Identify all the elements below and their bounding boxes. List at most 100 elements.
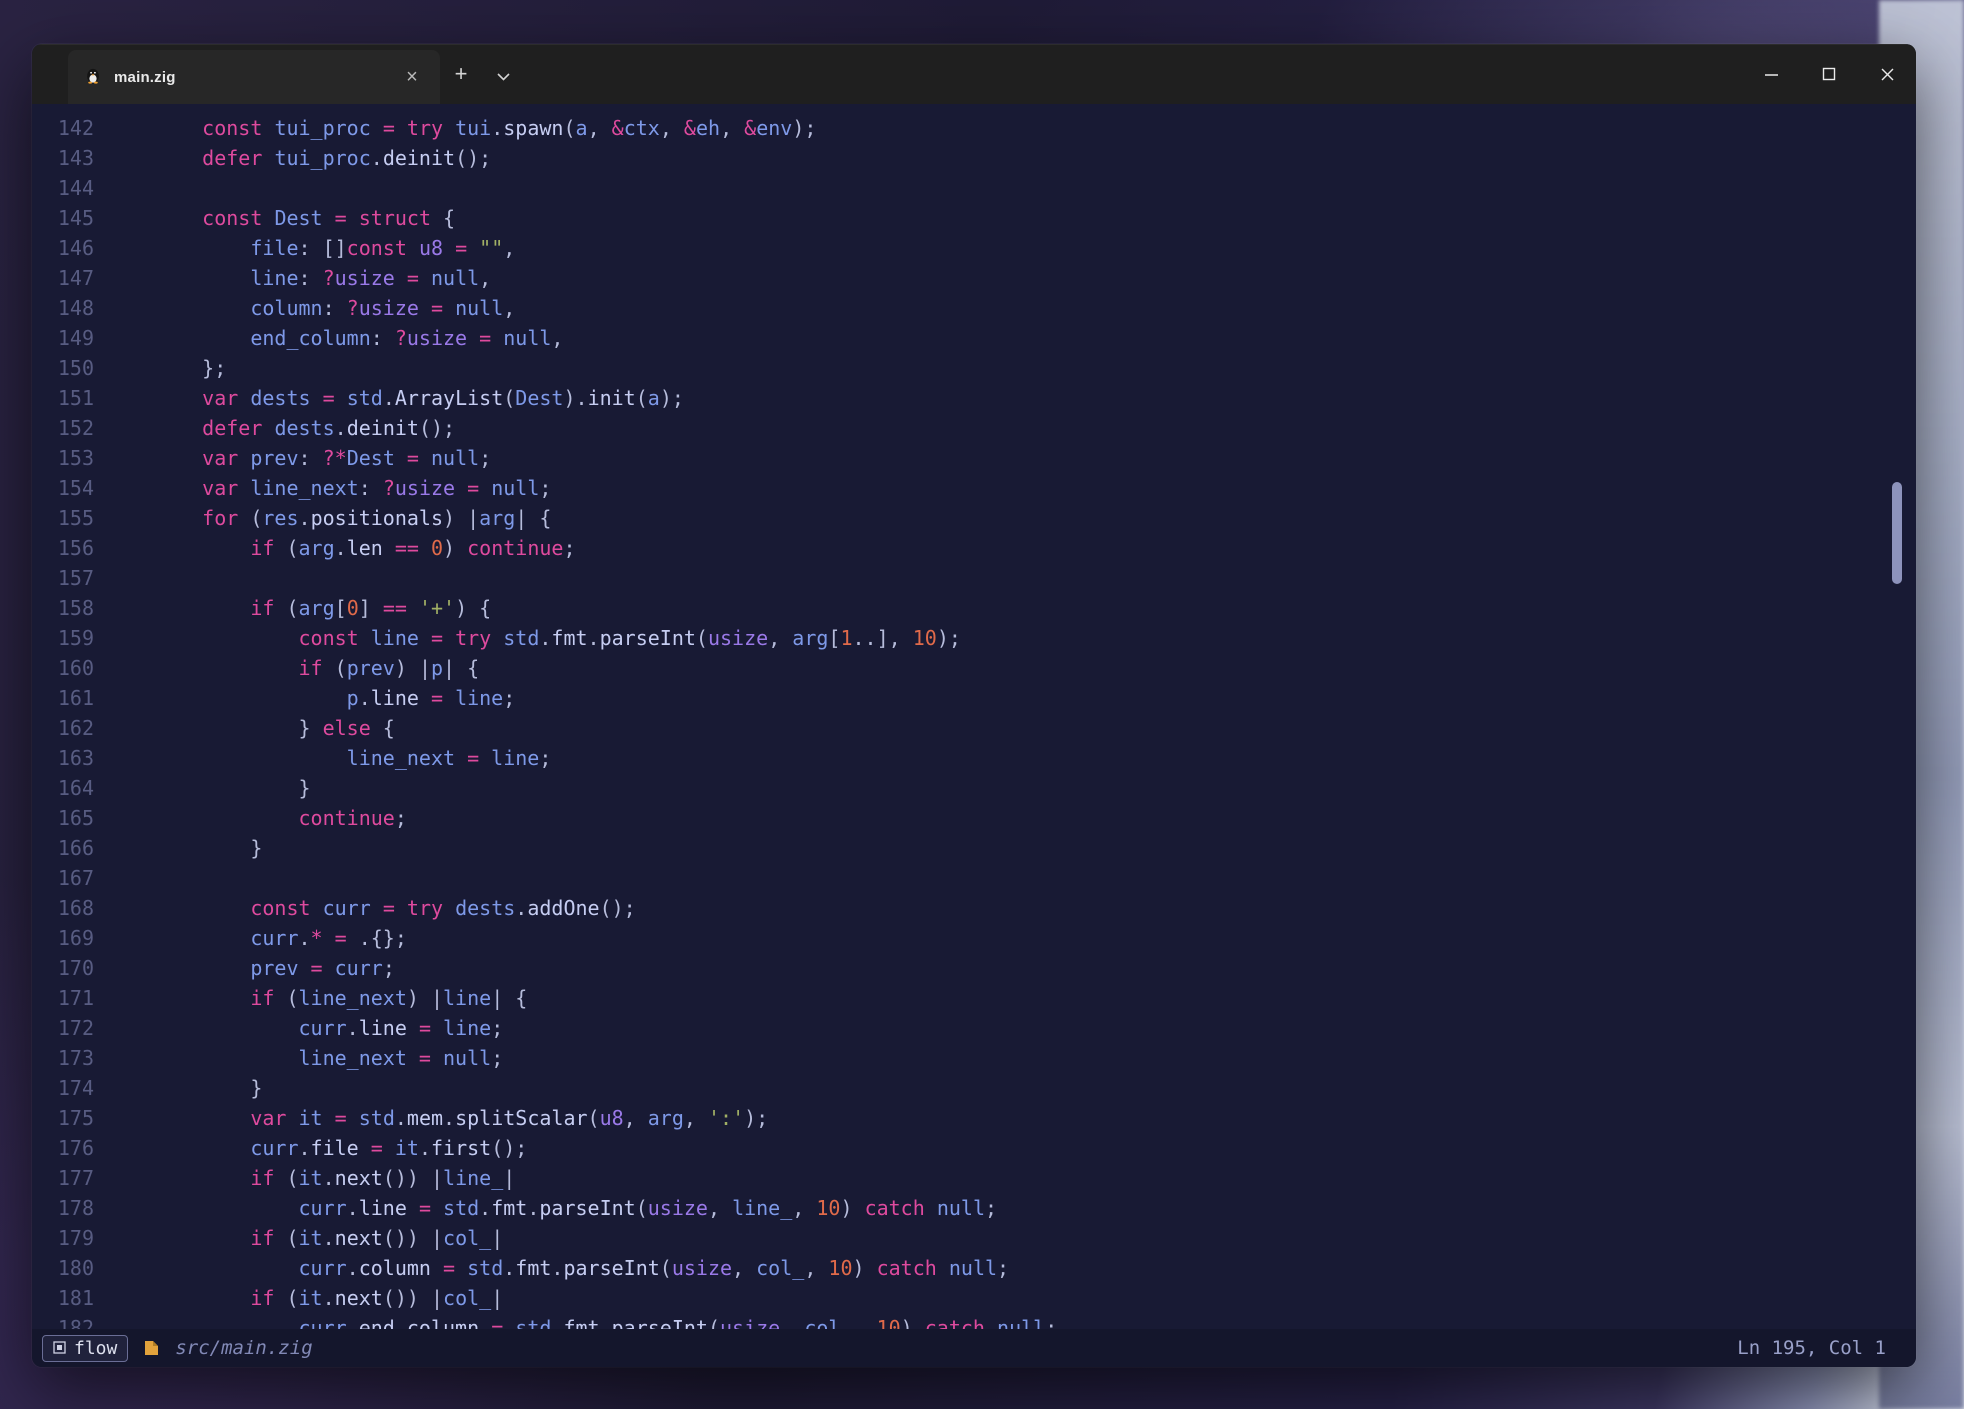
maximize-button[interactable] bbox=[1800, 44, 1858, 104]
line-number: 160 bbox=[32, 653, 94, 683]
line-number: 151 bbox=[32, 383, 94, 413]
code-line: 144 bbox=[32, 173, 1916, 203]
code-line: 157 bbox=[32, 563, 1916, 593]
code-line: 178 curr.line = std.fmt.parseInt(usize, … bbox=[32, 1193, 1916, 1223]
line-number: 148 bbox=[32, 293, 94, 323]
line-number: 177 bbox=[32, 1163, 94, 1193]
code-line: 164 } bbox=[32, 773, 1916, 803]
line-number: 157 bbox=[32, 563, 94, 593]
window-controls bbox=[1742, 44, 1916, 104]
code-line: 173 line_next = null; bbox=[32, 1043, 1916, 1073]
line-number: 176 bbox=[32, 1133, 94, 1163]
line-number: 170 bbox=[32, 953, 94, 983]
line-number: 143 bbox=[32, 143, 94, 173]
linux-penguin-icon bbox=[84, 66, 102, 89]
status-file-path[interactable]: src/main.zig bbox=[175, 1337, 312, 1359]
line-number: 166 bbox=[32, 833, 94, 863]
line-number: 164 bbox=[32, 773, 94, 803]
mode-indicator[interactable]: flow bbox=[42, 1335, 128, 1362]
code-line: 176 curr.file = it.first(); bbox=[32, 1133, 1916, 1163]
code-line: 171 if (line_next) |line| { bbox=[32, 983, 1916, 1013]
code-line: 143 defer tui_proc.deinit(); bbox=[32, 143, 1916, 173]
mode-grid-icon bbox=[53, 1338, 66, 1359]
code-line: 168 const curr = try dests.addOne(); bbox=[32, 893, 1916, 923]
code-line: 146 file: []const u8 = "", bbox=[32, 233, 1916, 263]
line-number: 158 bbox=[32, 593, 94, 623]
code-line: 151 var dests = std.ArrayList(Dest).init… bbox=[32, 383, 1916, 413]
code-line: 142 const tui_proc = try tui.spawn(a, &c… bbox=[32, 113, 1916, 143]
line-number: 163 bbox=[32, 743, 94, 773]
line-number: 182 bbox=[32, 1313, 94, 1329]
line-number: 179 bbox=[32, 1223, 94, 1253]
terminal-window: main.zig × + 142 const tui_proc = try tu… bbox=[32, 44, 1916, 1367]
code-line: 147 line: ?usize = null, bbox=[32, 263, 1916, 293]
code-line: 169 curr.* = .{}; bbox=[32, 923, 1916, 953]
code-line: 166 } bbox=[32, 833, 1916, 863]
code-line: 145 const Dest = struct { bbox=[32, 203, 1916, 233]
line-number: 178 bbox=[32, 1193, 94, 1223]
mode-label: flow bbox=[74, 1338, 117, 1359]
cursor-position: Ln 195, Col 1 bbox=[1737, 1337, 1886, 1359]
tab-main-zig[interactable]: main.zig × bbox=[68, 50, 440, 104]
line-number: 145 bbox=[32, 203, 94, 233]
code-line: 182 curr.end_column = std.fmt.parseInt(u… bbox=[32, 1313, 1916, 1329]
line-number: 147 bbox=[32, 263, 94, 293]
line-number: 180 bbox=[32, 1253, 94, 1283]
tab-close-icon[interactable]: × bbox=[400, 65, 424, 89]
chevron-down-icon bbox=[497, 61, 510, 87]
code-line: 167 bbox=[32, 863, 1916, 893]
line-number: 169 bbox=[32, 923, 94, 953]
line-number: 142 bbox=[32, 113, 94, 143]
code-line: 148 column: ?usize = null, bbox=[32, 293, 1916, 323]
line-number: 155 bbox=[32, 503, 94, 533]
modified-file-icon bbox=[144, 1340, 159, 1356]
line-number: 165 bbox=[32, 803, 94, 833]
line-number: 152 bbox=[32, 413, 94, 443]
code-line: 158 if (arg[0] == '+') { bbox=[32, 593, 1916, 623]
line-number: 181 bbox=[32, 1283, 94, 1313]
line-number: 174 bbox=[32, 1073, 94, 1103]
line-number: 146 bbox=[32, 233, 94, 263]
code-line: 181 if (it.next()) |col_| bbox=[32, 1283, 1916, 1313]
line-number: 156 bbox=[32, 533, 94, 563]
scrollbar-thumb[interactable] bbox=[1892, 482, 1902, 584]
code-line: 179 if (it.next()) |col_| bbox=[32, 1223, 1916, 1253]
code-line: 161 p.line = line; bbox=[32, 683, 1916, 713]
code-line: 174 } bbox=[32, 1073, 1916, 1103]
line-number: 171 bbox=[32, 983, 94, 1013]
line-number: 167 bbox=[32, 863, 94, 893]
code-lines: 142 const tui_proc = try tui.spawn(a, &c… bbox=[32, 113, 1916, 1329]
code-editor[interactable]: 142 const tui_proc = try tui.spawn(a, &c… bbox=[32, 104, 1916, 1329]
code-line: 149 end_column: ?usize = null, bbox=[32, 323, 1916, 353]
code-line: 154 var line_next: ?usize = null; bbox=[32, 473, 1916, 503]
tab-dropdown-button[interactable] bbox=[482, 44, 524, 104]
line-number: 144 bbox=[32, 173, 94, 203]
code-line: 159 const line = try std.fmt.parseInt(us… bbox=[32, 623, 1916, 653]
line-number: 154 bbox=[32, 473, 94, 503]
code-line: 155 for (res.positionals) |arg| { bbox=[32, 503, 1916, 533]
line-number: 149 bbox=[32, 323, 94, 353]
close-button[interactable] bbox=[1858, 44, 1916, 104]
code-line: 162 } else { bbox=[32, 713, 1916, 743]
line-number: 153 bbox=[32, 443, 94, 473]
line-number: 159 bbox=[32, 623, 94, 653]
code-line: 177 if (it.next()) |line_| bbox=[32, 1163, 1916, 1193]
code-line: 170 prev = curr; bbox=[32, 953, 1916, 983]
line-number: 162 bbox=[32, 713, 94, 743]
code-line: 175 var it = std.mem.splitScalar(u8, arg… bbox=[32, 1103, 1916, 1133]
titlebar: main.zig × + bbox=[32, 44, 1916, 104]
minimize-button[interactable] bbox=[1742, 44, 1800, 104]
code-line: 160 if (prev) |p| { bbox=[32, 653, 1916, 683]
line-number: 173 bbox=[32, 1043, 94, 1073]
code-line: 156 if (arg.len == 0) continue; bbox=[32, 533, 1916, 563]
line-number: 150 bbox=[32, 353, 94, 383]
code-line: 152 defer dests.deinit(); bbox=[32, 413, 1916, 443]
code-line: 153 var prev: ?*Dest = null; bbox=[32, 443, 1916, 473]
tab-title: main.zig bbox=[114, 69, 176, 86]
line-number: 168 bbox=[32, 893, 94, 923]
code-line: 172 curr.line = line; bbox=[32, 1013, 1916, 1043]
new-tab-button[interactable]: + bbox=[440, 44, 482, 104]
code-line: 165 continue; bbox=[32, 803, 1916, 833]
line-number: 175 bbox=[32, 1103, 94, 1133]
statusbar: flow src/main.zig Ln 195, Col 1 bbox=[32, 1329, 1916, 1367]
